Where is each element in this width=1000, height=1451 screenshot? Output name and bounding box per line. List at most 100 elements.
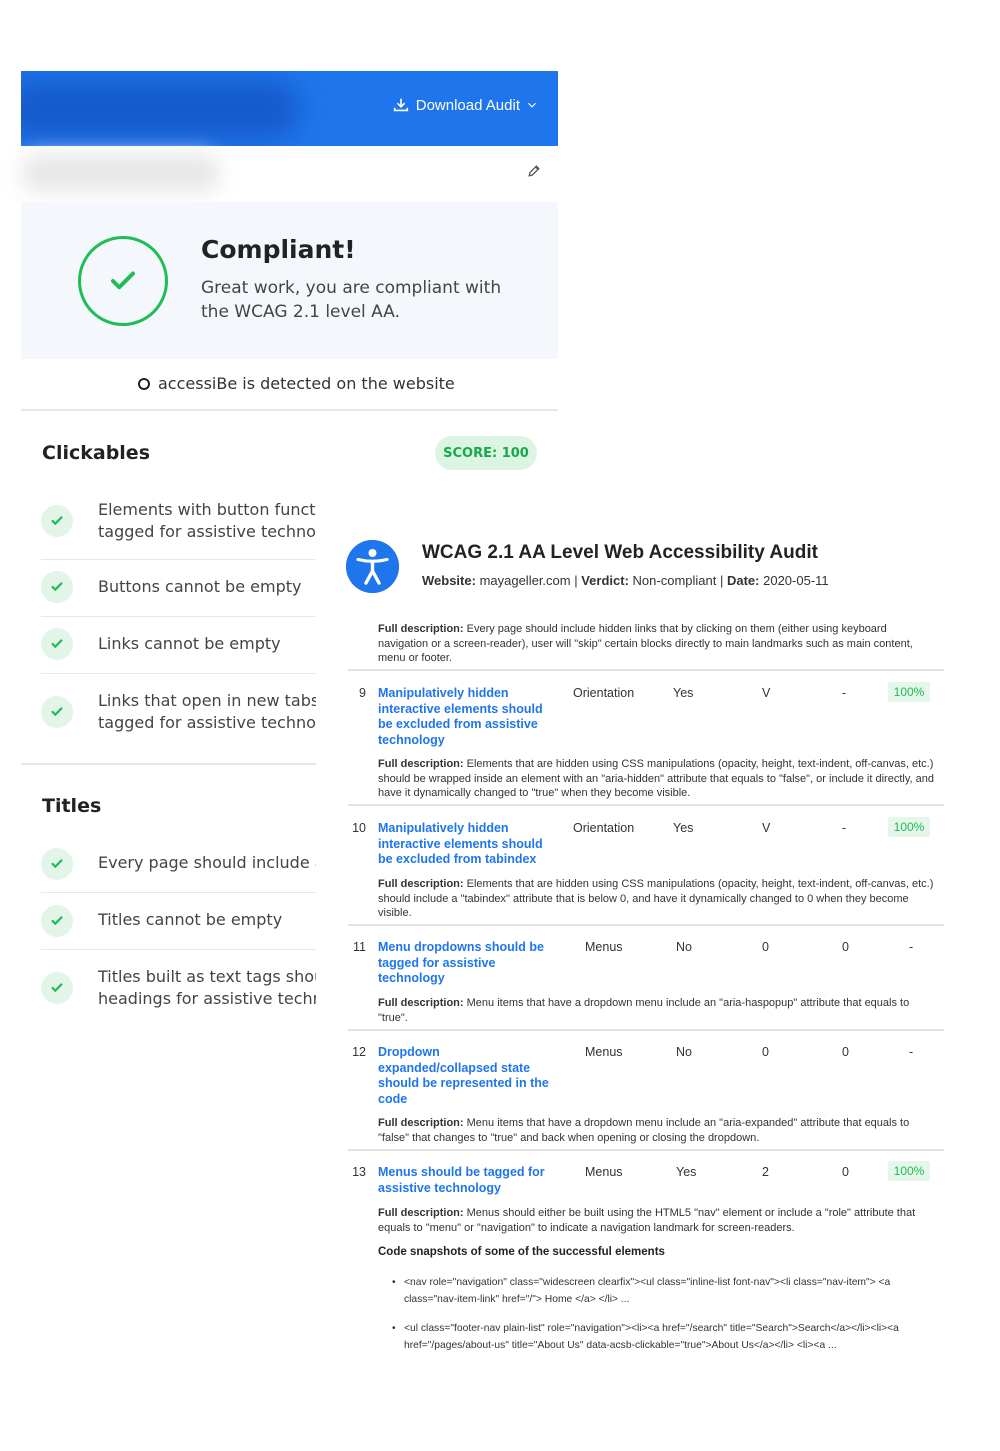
rule-category: Menus [585, 1165, 623, 1179]
snapshots-title: Code snapshots of some of the successful… [378, 1246, 665, 1258]
list-item[interactable]: Titles built as text tags shou headings … [41, 950, 316, 1030]
score-badge: SCORE: 100 [435, 436, 537, 470]
blurred-site-name [21, 153, 221, 193]
row-divider [348, 1149, 944, 1151]
divider [21, 763, 316, 765]
table-row: 11 Menu dropdowns should be tagged for a… [348, 940, 944, 1000]
report-title: WCAG 2.1 AA Level Web Accessibility Audi… [422, 542, 818, 563]
download-icon [393, 98, 408, 112]
check-icon [41, 505, 73, 537]
website-value: mayageller.com [479, 573, 571, 588]
blurred-logo [21, 79, 301, 139]
description-label: Full description: [378, 997, 464, 1009]
item-label: Buttons cannot be empty [98, 577, 302, 596]
list-item[interactable]: Titles cannot be empty [41, 893, 316, 950]
item-label: Links cannot be empty [98, 634, 281, 653]
download-audit-button[interactable]: Download Audit [392, 96, 538, 114]
check-icon [41, 848, 73, 880]
row-number: 11 [353, 940, 366, 954]
check-icon [41, 972, 73, 1004]
compliance-title: Compliant! [201, 235, 356, 264]
list-item[interactable]: Links cannot be empty [41, 617, 316, 674]
rule-category: Orientation [573, 821, 635, 835]
list-item[interactable]: Elements with button functi tagged for a… [41, 487, 316, 560]
check-icon [41, 571, 73, 603]
full-description: Full description: Elements that are hidd… [378, 757, 938, 801]
divider [21, 409, 558, 411]
row-number: 13 [352, 1165, 366, 1179]
download-audit-label: Download Audit [415, 96, 520, 114]
accessibility-icon [346, 540, 399, 593]
row-number: 12 [352, 1045, 366, 1059]
result-badge: 100% [888, 1161, 930, 1181]
item-label-line1: Elements with button functi [98, 500, 316, 519]
rule-link[interactable]: Menu dropdowns should be tagged for assi… [378, 940, 560, 987]
item-label-line2: tagged for assistive technolo [98, 522, 316, 541]
result-badge: 100% [888, 817, 930, 837]
verdict-value: Non-compliant [632, 573, 717, 588]
rule-count-b: 0 [842, 940, 849, 954]
date-label: Date: [726, 573, 760, 588]
check-circle-icon [78, 236, 168, 326]
rule-category: Menus [585, 1045, 623, 1059]
rule-count-a: V [762, 821, 771, 835]
pencil-icon[interactable] [526, 163, 542, 179]
titles-list: Every page should include a Titles canno… [41, 836, 316, 1030]
table-row: 10 Manipulatively hidden interactive ele… [348, 817, 944, 881]
section-title-clickables: Clickables [42, 442, 150, 464]
item-label-line1: Titles built as text tags shou [98, 967, 316, 986]
table-row: 12 Dropdown expanded/collapsed state sho… [348, 1045, 944, 1107]
status-ring-icon [138, 377, 150, 390]
compliance-message: Great work, you are compliant with the W… [201, 278, 502, 322]
code-snapshot: <nav role="navigation" class="widescreen… [392, 1274, 932, 1308]
rule-status: Yes [676, 1165, 697, 1179]
item-label: Every page should include a [98, 853, 316, 872]
row-divider [348, 1029, 944, 1031]
full-description: Full description: Menu items that have a… [378, 1116, 938, 1145]
rule-count-b: - [842, 821, 847, 835]
list-item[interactable]: Buttons cannot be empty [41, 560, 316, 617]
table-row: 9 Manipulatively hidden interactive elem… [348, 682, 944, 748]
check-icon [41, 628, 73, 660]
rule-count-a: 2 [762, 1165, 769, 1179]
item-label-line1: Links that open in new tabs/ [98, 691, 316, 710]
row-number: 10 [352, 821, 366, 835]
result-badge: 100% [888, 682, 930, 702]
list-item[interactable]: Links that open in new tabs/ tagged for … [41, 674, 316, 752]
rule-count-a: V [762, 686, 771, 700]
rule-count-b: - [842, 686, 847, 700]
rule-status: Yes [673, 686, 694, 700]
report-meta: Website: mayageller.com | Verdict: Non-c… [422, 573, 829, 588]
rule-status: Yes [673, 821, 694, 835]
rule-count-a: 0 [762, 1045, 769, 1059]
rule-link[interactable]: Dropdown expanded/collapsed state should… [378, 1045, 556, 1107]
section-title-titles: Titles [42, 795, 102, 817]
description-label: Full description: [378, 623, 464, 635]
date-value: 2020-05-11 [763, 573, 829, 588]
rule-category: Orientation [573, 686, 635, 700]
rule-count-b: 0 [842, 1045, 849, 1059]
rule-link[interactable]: Menus should be tagged for assistive tec… [378, 1165, 560, 1196]
code-snapshot: <ul class="footer-nav plain-list" role="… [392, 1320, 932, 1354]
widget-header: Download Audit [21, 71, 558, 146]
verdict-label: Verdict: [581, 573, 629, 588]
item-label-line2: headings for assistive techn [98, 989, 316, 1008]
full-description: Full description: Elements that are hidd… [378, 877, 938, 921]
row-divider [348, 804, 944, 806]
compliance-status-card: Compliant! Great work, you are compliant… [21, 202, 558, 359]
detection-status: accessiBe is detected on the website [138, 374, 455, 393]
detection-text: accessiBe is detected on the website [158, 374, 455, 393]
item-label: Titles cannot be empty [98, 910, 283, 929]
check-icon [41, 905, 73, 937]
list-item[interactable]: Every page should include a [41, 836, 316, 893]
row-divider [348, 924, 944, 926]
full-description: Full description: Menu items that have a… [378, 996, 938, 1025]
rule-status: No [676, 1045, 692, 1059]
rule-link[interactable]: Manipulatively hidden interactive elemen… [378, 821, 560, 868]
full-description: Full description: Every page should incl… [378, 622, 938, 666]
rule-link[interactable]: Manipulatively hidden interactive elemen… [378, 686, 560, 748]
chevron-down-icon [528, 102, 536, 108]
website-label: Website: [422, 573, 476, 588]
clickables-list: Elements with button functi tagged for a… [41, 487, 316, 752]
description-label: Full description: [378, 758, 464, 770]
